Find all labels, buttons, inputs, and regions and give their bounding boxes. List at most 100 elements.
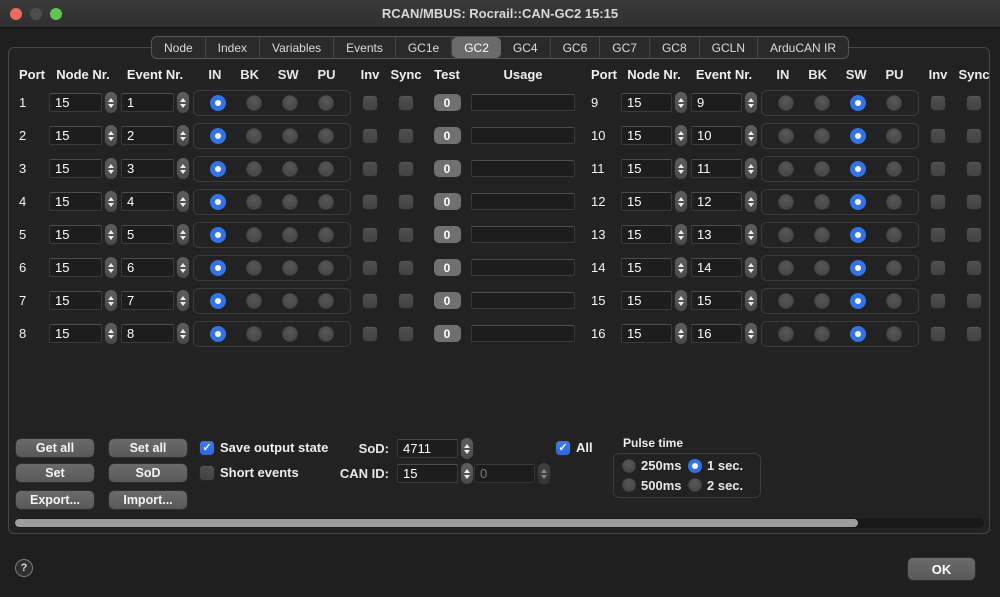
export-button[interactable]: Export... xyxy=(16,491,94,509)
pulse-1-sec--radio[interactable] xyxy=(688,459,702,473)
tab-gcln[interactable]: GCLN xyxy=(700,37,758,58)
radio-in[interactable] xyxy=(210,227,226,243)
radio-bk[interactable] xyxy=(814,326,830,342)
sod-stepper-buttons[interactable] xyxy=(461,438,473,459)
radio-pu[interactable] xyxy=(318,293,334,309)
sync-checkbox[interactable] xyxy=(967,294,981,308)
node-nr-input[interactable]: 15 xyxy=(49,225,102,244)
inv-checkbox[interactable] xyxy=(363,261,377,275)
radio-sw[interactable] xyxy=(850,326,866,342)
radio-sw[interactable] xyxy=(282,227,298,243)
tab-node[interactable]: Node xyxy=(152,37,206,58)
inv-checkbox[interactable] xyxy=(363,195,377,209)
node-nr-input[interactable]: 15 xyxy=(621,159,672,178)
tab-gc8[interactable]: GC8 xyxy=(650,37,700,58)
usage-field[interactable] xyxy=(471,160,575,177)
sync-checkbox[interactable] xyxy=(967,195,981,209)
event-nr-stepper-buttons[interactable] xyxy=(745,323,757,344)
radio-sw[interactable] xyxy=(850,95,866,111)
sync-checkbox[interactable] xyxy=(399,261,413,275)
node-nr-stepper-buttons[interactable] xyxy=(105,158,117,179)
node-nr-stepper-buttons[interactable] xyxy=(105,323,117,344)
event-nr-input[interactable]: 5 xyxy=(121,225,174,244)
radio-bk[interactable] xyxy=(814,194,830,210)
node-nr-stepper-buttons[interactable] xyxy=(105,125,117,146)
radio-in[interactable] xyxy=(210,95,226,111)
radio-sw[interactable] xyxy=(282,95,298,111)
save-output-state-checkbox[interactable] xyxy=(200,441,214,455)
scrollbar-thumb[interactable] xyxy=(15,519,858,527)
event-nr-stepper-buttons[interactable] xyxy=(177,224,189,245)
usage-field[interactable] xyxy=(471,259,575,276)
node-nr-input[interactable]: 15 xyxy=(621,258,672,277)
tab-gc4[interactable]: GC4 xyxy=(501,37,551,58)
tab-gc7[interactable]: GC7 xyxy=(600,37,650,58)
event-nr-input[interactable]: 11 xyxy=(691,159,742,178)
radio-pu[interactable] xyxy=(318,128,334,144)
radio-bk[interactable] xyxy=(814,260,830,276)
radio-sw[interactable] xyxy=(850,293,866,309)
radio-pu[interactable] xyxy=(886,95,902,111)
node-nr-stepper-buttons[interactable] xyxy=(675,125,687,146)
radio-in[interactable] xyxy=(210,260,226,276)
event-nr-stepper-buttons[interactable] xyxy=(745,257,757,278)
event-nr-stepper-buttons[interactable] xyxy=(177,257,189,278)
event-nr-input[interactable]: 14 xyxy=(691,258,742,277)
event-nr-input[interactable]: 2 xyxy=(121,126,174,145)
radio-sw[interactable] xyxy=(850,260,866,276)
radio-bk[interactable] xyxy=(246,161,262,177)
horizontal-scrollbar[interactable] xyxy=(13,517,985,529)
node-nr-input[interactable]: 15 xyxy=(49,159,102,178)
event-nr-stepper-buttons[interactable] xyxy=(745,191,757,212)
radio-sw[interactable] xyxy=(282,161,298,177)
sync-checkbox[interactable] xyxy=(967,327,981,341)
event-nr-input[interactable]: 13 xyxy=(691,225,742,244)
event-nr-stepper-buttons[interactable] xyxy=(745,290,757,311)
radio-pu[interactable] xyxy=(886,260,902,276)
radio-pu[interactable] xyxy=(318,95,334,111)
sync-checkbox[interactable] xyxy=(399,195,413,209)
set-button[interactable]: Set xyxy=(16,464,94,482)
event-nr-stepper-buttons[interactable] xyxy=(177,125,189,146)
node-nr-input[interactable]: 15 xyxy=(621,324,672,343)
event-nr-input[interactable]: 10 xyxy=(691,126,742,145)
node-nr-input[interactable]: 15 xyxy=(621,225,672,244)
node-nr-stepper-buttons[interactable] xyxy=(675,158,687,179)
event-nr-input[interactable]: 15 xyxy=(691,291,742,310)
event-nr-stepper-buttons[interactable] xyxy=(745,125,757,146)
radio-in[interactable] xyxy=(778,326,794,342)
event-nr-input[interactable]: 1 xyxy=(121,93,174,112)
event-nr-input[interactable]: 9 xyxy=(691,93,742,112)
node-nr-input[interactable]: 15 xyxy=(49,126,102,145)
inv-checkbox[interactable] xyxy=(363,162,377,176)
can-id-stepper-buttons[interactable] xyxy=(461,463,473,484)
radio-in[interactable] xyxy=(210,161,226,177)
node-nr-stepper-buttons[interactable] xyxy=(105,290,117,311)
event-nr-stepper-buttons[interactable] xyxy=(745,158,757,179)
radio-sw[interactable] xyxy=(282,260,298,276)
radio-in[interactable] xyxy=(778,128,794,144)
inv-checkbox[interactable] xyxy=(931,162,945,176)
sync-checkbox[interactable] xyxy=(399,129,413,143)
inv-checkbox[interactable] xyxy=(931,96,945,110)
sync-checkbox[interactable] xyxy=(399,327,413,341)
tab-gc2[interactable]: GC2 xyxy=(452,37,501,58)
sod-input[interactable]: 4711 xyxy=(397,439,458,458)
radio-pu[interactable] xyxy=(886,227,902,243)
radio-pu[interactable] xyxy=(886,194,902,210)
event-nr-stepper-buttons[interactable] xyxy=(745,224,757,245)
radio-sw[interactable] xyxy=(850,194,866,210)
radio-sw[interactable] xyxy=(282,128,298,144)
event-nr-stepper-buttons[interactable] xyxy=(177,158,189,179)
radio-in[interactable] xyxy=(778,95,794,111)
tab-index[interactable]: Index xyxy=(206,37,260,58)
radio-bk[interactable] xyxy=(246,227,262,243)
sync-checkbox[interactable] xyxy=(967,96,981,110)
tab-arducan-ir[interactable]: ArduCAN IR xyxy=(758,37,848,58)
node-nr-input[interactable]: 15 xyxy=(621,192,672,211)
tab-gc1e[interactable]: GC1e xyxy=(396,37,452,58)
sync-checkbox[interactable] xyxy=(399,96,413,110)
node-nr-stepper-buttons[interactable] xyxy=(675,224,687,245)
radio-in[interactable] xyxy=(210,194,226,210)
usage-field[interactable] xyxy=(471,292,575,309)
